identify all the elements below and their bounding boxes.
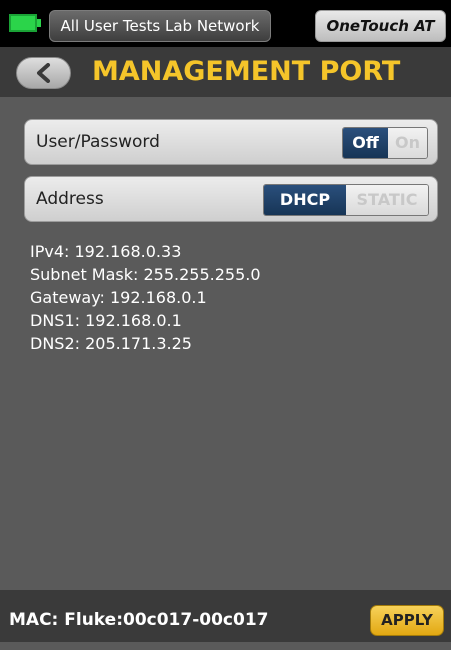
apply-button[interactable]: APPLY	[370, 605, 444, 636]
battery-tip	[37, 19, 41, 27]
user-password-on-option[interactable]: On	[388, 128, 427, 158]
network-details: IPv4: 192.168.0.33 Subnet Mask: 255.255.…	[30, 240, 261, 355]
mac-address-text: MAC: Fluke:00c017-00c017	[9, 610, 269, 630]
footer-bar: MAC: Fluke:00c017-00c017 APPLY	[0, 590, 451, 642]
page-title: MANAGEMENT PORT	[92, 56, 401, 87]
address-static-option[interactable]: STATIC	[346, 185, 428, 215]
dns2-text: DNS2: 205.171.3.25	[30, 334, 192, 353]
address-dhcp-option[interactable]: DHCP	[264, 185, 346, 215]
user-password-label: User/Password	[36, 132, 160, 152]
title-bar: MANAGEMENT PORT	[0, 47, 451, 97]
user-password-off-option[interactable]: Off	[343, 128, 388, 158]
back-button[interactable]	[16, 57, 71, 89]
user-password-row: User/Password Off On	[24, 119, 438, 165]
battery-icon	[9, 14, 37, 32]
device-name-button[interactable]: OneTouch AT	[315, 10, 446, 42]
dns1-text: DNS1: 192.168.0.1	[30, 311, 182, 330]
ipv4-text: IPv4: 192.168.0.33	[30, 242, 182, 261]
address-label: Address	[36, 189, 104, 209]
address-mode-toggle[interactable]: DHCP STATIC	[263, 184, 429, 216]
subnet-mask-text: Subnet Mask: 255.255.255.0	[30, 265, 261, 284]
status-bar: All User Tests Lab Network OneTouch AT	[0, 0, 451, 47]
gateway-text: Gateway: 192.168.0.1	[30, 288, 207, 307]
chevron-left-icon	[37, 63, 50, 83]
user-password-toggle[interactable]: Off On	[342, 127, 428, 159]
profile-button[interactable]: All User Tests Lab Network	[49, 10, 271, 42]
address-row: Address DHCP STATIC	[24, 176, 438, 222]
